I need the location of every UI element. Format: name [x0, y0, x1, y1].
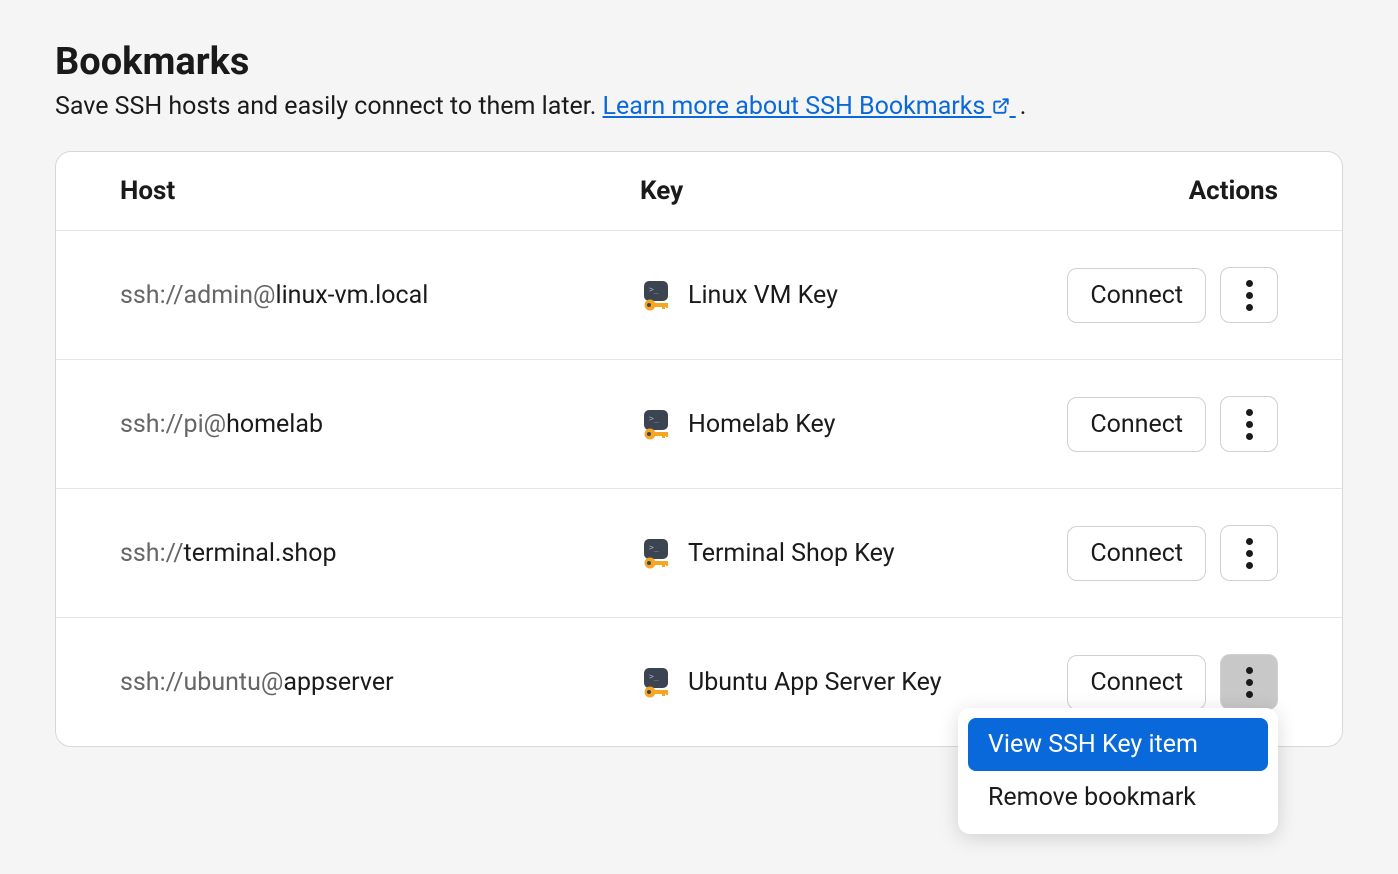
external-link-icon — [992, 97, 1010, 115]
svg-text:>_: >_ — [649, 672, 659, 681]
connect-button[interactable]: Connect — [1067, 655, 1206, 710]
ssh-key-icon: >_ — [640, 408, 672, 440]
actions-cell: Connect — [1067, 396, 1278, 452]
key-cell: >_ Ubuntu App Server Key — [640, 666, 1067, 698]
table-row: ssh://admin@linux-vm.local >_ Linux VM K… — [56, 231, 1342, 360]
key-name: Homelab Key — [688, 410, 836, 439]
host-cell: ssh://admin@linux-vm.local — [120, 281, 640, 310]
key-name: Terminal Shop Key — [688, 539, 895, 568]
table-row: ssh://pi@homelab >_ Homelab Key Connect — [56, 360, 1342, 489]
ssh-key-icon: >_ — [640, 666, 672, 698]
column-header-host: Host — [120, 176, 640, 206]
ssh-key-icon: >_ — [640, 279, 672, 311]
more-actions-button[interactable] — [1220, 654, 1278, 710]
host-domain: homelab — [226, 410, 323, 439]
kebab-icon — [1246, 280, 1253, 311]
more-actions-button[interactable] — [1220, 396, 1278, 452]
actions-dropdown: View SSH Key item Remove bookmark — [958, 708, 1278, 834]
host-domain: appserver — [283, 668, 393, 697]
subtitle-text: Save SSH hosts and easily connect to the… — [55, 92, 603, 121]
key-cell: >_ Terminal Shop Key — [640, 537, 1067, 569]
kebab-icon — [1246, 538, 1253, 569]
more-actions-button[interactable] — [1220, 525, 1278, 581]
table-row: ssh://ubuntu@appserver >_ Ubuntu App Ser… — [56, 618, 1342, 746]
actions-cell: Connect View SSH Key item Remove bookmar… — [1067, 654, 1278, 710]
dropdown-view-ssh-key[interactable]: View SSH Key item — [968, 718, 1268, 771]
key-name: Linux VM Key — [688, 281, 838, 310]
host-cell: ssh://pi@homelab — [120, 410, 640, 439]
column-header-actions: Actions — [1189, 176, 1278, 206]
host-cell: ssh://terminal.shop — [120, 539, 640, 568]
host-prefix: ssh://ubuntu@ — [120, 668, 283, 697]
host-prefix: ssh:// — [120, 539, 184, 568]
svg-text:>_: >_ — [649, 414, 659, 423]
table-header: Host Key Actions — [56, 152, 1342, 231]
host-prefix: ssh://pi@ — [120, 410, 226, 439]
host-cell: ssh://ubuntu@appserver — [120, 668, 640, 697]
column-header-key: Key — [640, 176, 1189, 206]
dropdown-remove-bookmark[interactable]: Remove bookmark — [968, 771, 1268, 824]
subtitle-period: . — [1020, 92, 1027, 121]
learn-more-link[interactable]: Learn more about SSH Bookmarks — [603, 92, 1016, 121]
host-domain: linux-vm.local — [275, 281, 428, 310]
bookmarks-table: Host Key Actions ssh://admin@linux-vm.lo… — [55, 151, 1343, 747]
actions-cell: Connect — [1067, 525, 1278, 581]
key-name: Ubuntu App Server Key — [688, 668, 942, 697]
host-prefix: ssh://admin@ — [120, 281, 275, 310]
page-subtitle: Save SSH hosts and easily connect to the… — [55, 92, 1343, 121]
kebab-icon — [1246, 667, 1253, 698]
ssh-key-icon: >_ — [640, 537, 672, 569]
table-row: ssh://terminal.shop >_ Terminal Shop Key… — [56, 489, 1342, 618]
connect-button[interactable]: Connect — [1067, 397, 1206, 452]
kebab-icon — [1246, 409, 1253, 440]
host-domain: terminal.shop — [184, 539, 337, 568]
more-actions-button[interactable] — [1220, 267, 1278, 323]
key-cell: >_ Homelab Key — [640, 408, 1067, 440]
svg-text:>_: >_ — [649, 285, 659, 294]
connect-button[interactable]: Connect — [1067, 526, 1206, 581]
page-title: Bookmarks — [55, 40, 1343, 84]
svg-text:>_: >_ — [649, 543, 659, 552]
learn-more-text: Learn more about SSH Bookmarks — [603, 92, 986, 121]
actions-cell: Connect — [1067, 267, 1278, 323]
key-cell: >_ Linux VM Key — [640, 279, 1067, 311]
connect-button[interactable]: Connect — [1067, 268, 1206, 323]
